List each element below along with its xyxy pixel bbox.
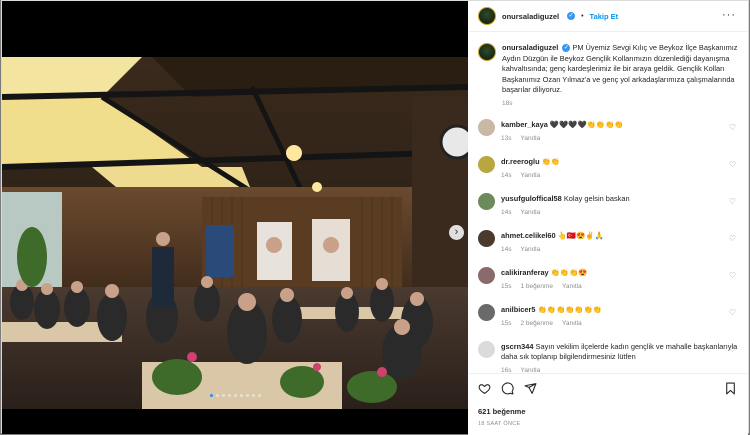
comment-text: 👆🇹🇷😍✌️🙏 (557, 231, 604, 240)
commenter-avatar[interactable] (478, 230, 495, 247)
author-avatar[interactable] (478, 7, 496, 25)
like-icon[interactable] (478, 382, 491, 395)
reply-button[interactable]: Yanıtla (520, 246, 540, 253)
carousel-dot (215, 394, 219, 397)
caption-age: 18s (502, 99, 513, 107)
commenter-avatar[interactable] (478, 341, 495, 358)
commenter-username[interactable]: calikiranferay (501, 268, 549, 277)
reply-button[interactable]: Yanıtla (520, 172, 540, 179)
commenter-username[interactable]: kamber_kaya (501, 120, 548, 129)
post-header: onursaladiguzel ✓ • Takip Et ··· (468, 1, 748, 32)
comment-item: dr.reeroglu 👏👏 14s Yanıtla ♡ (478, 156, 738, 193)
commenter-avatar[interactable] (478, 156, 495, 173)
carousel-dot (227, 394, 231, 397)
post-timestamp: 18 SAAT ÖNCE (478, 421, 521, 427)
commenter-username[interactable]: dr.reeroglu (501, 157, 540, 166)
comment-age: 13s (501, 135, 512, 142)
next-photo-button[interactable]: › (449, 225, 464, 240)
like-comment-icon[interactable]: ♡ (729, 308, 736, 317)
carousel-dot (221, 394, 225, 397)
carousel-dot (251, 394, 255, 397)
comment-text: Sayın vekilim ilçelerde kadın gençlik ve… (501, 342, 738, 361)
save-icon[interactable] (724, 382, 737, 395)
reply-button[interactable]: Yanıtla (562, 320, 582, 327)
commenter-avatar[interactable] (478, 119, 495, 136)
post-modal: › onursaladiguzel ✓ • Takip Et ··· onurs… (1, 0, 749, 435)
comment-text: 👏👏👏😍 (550, 268, 588, 277)
comment-age: 14s (501, 209, 512, 216)
comment-item: anilbicer5 👏👏👏👏👏👏👏 15s 2 beğenme Yanıtla ♡ (478, 304, 738, 341)
caption-avatar[interactable] (478, 43, 496, 61)
comment-icon[interactable] (501, 382, 514, 395)
photo-image (2, 57, 468, 409)
reply-button[interactable]: Yanıtla (562, 283, 582, 290)
commenter-username[interactable]: anilbicer5 (501, 305, 536, 314)
header-separator: • (581, 12, 584, 20)
post-photo[interactable]: › (2, 1, 468, 434)
verified-icon: ✓ (562, 44, 571, 53)
like-comment-icon[interactable]: ♡ (729, 234, 736, 243)
like-comment-icon[interactable]: ♡ (729, 197, 736, 206)
like-comment-icon[interactable]: ♡ (729, 123, 736, 132)
commenter-avatar[interactable] (478, 304, 495, 321)
comment-text: 🖤🖤🖤🖤👏👏👏👏 (549, 120, 624, 129)
commenter-username[interactable]: yusufguloffical58 (501, 194, 562, 203)
comment-text: 👏👏 (541, 157, 561, 166)
commenter-username[interactable]: gscrn344 (501, 342, 533, 351)
carousel-dot (245, 394, 249, 397)
carousel-dot (209, 394, 213, 397)
comment-likes[interactable]: 1 beğenme (520, 283, 553, 290)
like-comment-icon[interactable]: ♡ (729, 160, 736, 169)
carousel-dot (257, 394, 261, 397)
caption-body: onursaladiguzel ✓ PM Üyemiz Sevgi Kılıç … (502, 43, 738, 96)
likes-count[interactable]: 621 beğenme (478, 407, 526, 416)
comment-item: calikiranferay 👏👏👏😍 15s 1 beğenme Yanıtla … (478, 267, 738, 304)
comment-age: 14s (501, 172, 512, 179)
reply-button[interactable]: Yanıtla (520, 135, 540, 142)
commenter-username[interactable]: ahmet.celikel60 (501, 231, 556, 240)
comment-item: yusufguloffical58 Kolay gelsin baskan 14… (478, 193, 738, 230)
comment-text: Kolay gelsin baskan (563, 194, 630, 203)
commenter-avatar[interactable] (478, 267, 495, 284)
post-actions: 621 beğenme 18 SAAT ÖNCE (468, 373, 748, 435)
carousel-dot (239, 394, 243, 397)
follow-button[interactable]: Takip Et (590, 12, 619, 21)
comment-age: 14s (501, 246, 512, 253)
comment-list: kamber_kaya 🖤🖤🖤🖤👏👏👏👏 13s Yanıtla ♡ dr.ree… (478, 119, 738, 378)
share-icon[interactable] (524, 382, 537, 395)
comment-age: 15s (501, 283, 512, 290)
commenter-avatar[interactable] (478, 193, 495, 210)
comment-item: ahmet.celikel60 👆🇹🇷😍✌️🙏 14s Yanıtla ♡ (478, 230, 738, 267)
comment-likes[interactable]: 2 beğenme (520, 320, 553, 327)
verified-icon: ✓ (567, 12, 576, 20)
post-caption: onursaladiguzel ✓ PM Üyemiz Sevgi Kılıç … (478, 43, 738, 107)
comment-text: 👏👏👏👏👏👏👏 (537, 305, 602, 314)
caption-username[interactable]: onursaladiguzel (502, 43, 558, 52)
like-comment-icon[interactable]: ♡ (729, 271, 736, 280)
carousel-dot (233, 394, 237, 397)
like-comment-icon[interactable]: ♡ (729, 345, 736, 354)
reply-button[interactable]: Yanıtla (520, 209, 540, 216)
comment-item: kamber_kaya 🖤🖤🖤🖤👏👏👏👏 13s Yanıtla ♡ (478, 119, 738, 156)
post-sidebar: onursaladiguzel ✓ • Takip Et ··· onursal… (468, 1, 748, 435)
comment-age: 15s (501, 320, 512, 327)
carousel-dots (2, 394, 468, 397)
author-username[interactable]: onursaladiguzel (502, 12, 559, 21)
more-options-icon[interactable]: ··· (722, 9, 736, 21)
